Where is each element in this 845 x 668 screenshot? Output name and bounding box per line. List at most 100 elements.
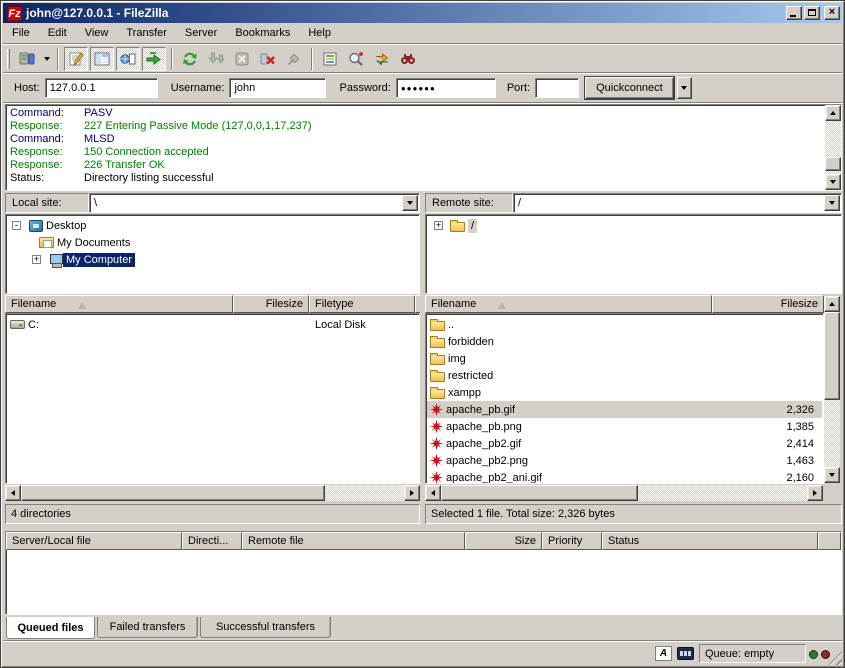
scroll-left-button[interactable] [5, 485, 21, 501]
directory-comparison-button[interactable] [344, 47, 368, 71]
quickconnect-button[interactable]: Quickconnect [585, 77, 674, 99]
remote-file-row[interactable]: apache_pb2.png1,463 [427, 452, 822, 469]
username-input[interactable] [229, 78, 326, 98]
expander-icon[interactable]: - [12, 221, 21, 230]
column-header-filename[interactable]: Filename [425, 295, 712, 313]
tab-successful-transfers[interactable]: Successful transfers [200, 617, 331, 638]
tree-item-desktop[interactable]: - Desktop [6, 217, 89, 234]
remote-file-row[interactable]: restricted [427, 367, 822, 384]
toggle-remote-tree-button[interactable] [116, 47, 140, 71]
menu-file[interactable]: File [3, 25, 39, 41]
remote-hscrollbar[interactable] [425, 485, 823, 501]
column-header-filetype[interactable]: Filetype [309, 295, 415, 313]
folder-icon [430, 355, 445, 365]
sort-asc-icon [78, 302, 86, 309]
remote-site-combo[interactable]: / [513, 193, 842, 213]
scrollbar-thumb[interactable] [824, 312, 840, 400]
arrow-up-icon [829, 302, 835, 306]
expander-icon[interactable]: + [434, 221, 443, 230]
close-button[interactable]: × [824, 6, 840, 20]
synchronized-browsing-button[interactable] [370, 47, 394, 71]
column-header-filesize[interactable]: Filesize [712, 295, 824, 313]
column-header-direction[interactable]: Directi... [182, 532, 242, 550]
remote-file-row[interactable]: .. [427, 316, 822, 333]
upload-activity-led [821, 650, 830, 659]
local-file-row[interactable]: C: Local Disk [7, 316, 418, 333]
toggle-message-log-button[interactable] [64, 47, 88, 71]
maximize-button[interactable] [804, 6, 820, 20]
column-header-size[interactable]: Size [465, 532, 542, 550]
remote-list-scrollbar[interactable] [824, 296, 840, 483]
toolbar-separator [171, 48, 173, 70]
scrollbar-thumb[interactable] [21, 485, 325, 501]
scroll-right-button[interactable] [807, 485, 823, 501]
local-site-combo[interactable]: \ [89, 193, 420, 213]
port-input[interactable] [535, 78, 579, 98]
toggle-local-tree-button[interactable] [90, 47, 114, 71]
remote-file-row[interactable]: apache_pb.png1,385 [427, 418, 822, 435]
filezilla-window: Fz john@127.0.0.1 - FileZilla × File Edi… [0, 0, 845, 668]
remote-file-row[interactable]: apache_pb2.gif2,414 [427, 435, 822, 452]
site-manager-dropdown[interactable] [40, 47, 53, 71]
column-header-server-local-file[interactable]: Server/Local file [6, 532, 182, 550]
scroll-down-button[interactable] [824, 467, 840, 483]
scrollbar-thumb[interactable] [825, 157, 841, 171]
arrow-left-icon [11, 490, 15, 496]
menu-server[interactable]: Server [176, 25, 226, 41]
combo-dropdown-button[interactable] [402, 195, 418, 211]
column-header-status[interactable]: Status [602, 532, 818, 550]
column-header-remote-file[interactable]: Remote file [242, 532, 465, 550]
remote-file-row[interactable]: forbidden [427, 333, 822, 350]
site-manager-button[interactable] [15, 47, 39, 71]
remote-file-row-selected[interactable]: apache_pb.gif2,326 [427, 401, 822, 418]
column-header-priority[interactable]: Priority [542, 532, 602, 550]
directory-filters-button[interactable] [318, 47, 342, 71]
log-line: Response:227 Entering Passive Mode (127,… [6, 120, 841, 133]
menu-transfer[interactable]: Transfer [117, 25, 176, 41]
quickconnect-dropdown[interactable] [677, 77, 692, 99]
scroll-right-button[interactable] [404, 485, 420, 501]
toggle-transfer-queue-button[interactable] [142, 47, 166, 71]
binoculars-icon [400, 51, 416, 67]
password-input[interactable] [396, 78, 496, 98]
toolbar-grip[interactable] [7, 49, 10, 69]
menu-edit[interactable]: Edit [39, 25, 76, 41]
tab-failed-transfers[interactable]: Failed transfers [97, 617, 198, 638]
reconnect-button[interactable] [282, 47, 306, 71]
process-queue-button[interactable] [204, 47, 228, 71]
local-hscrollbar[interactable] [5, 485, 420, 501]
scrollbar-thumb[interactable] [441, 485, 638, 501]
ascii-type-icon[interactable]: A [655, 646, 672, 661]
find-files-button[interactable] [396, 47, 420, 71]
folder-icon [430, 338, 445, 348]
refresh-button[interactable] [178, 47, 202, 71]
tab-queued-files[interactable]: Queued files [6, 617, 95, 639]
menu-help[interactable]: Help [299, 25, 340, 41]
column-header-filename[interactable]: Filename [5, 295, 233, 313]
tree-item-my-documents[interactable]: My Documents [6, 234, 133, 251]
menu-bookmarks[interactable]: Bookmarks [226, 25, 299, 41]
column-header-filesize[interactable]: Filesize [233, 295, 309, 313]
cancel-operation-button[interactable] [230, 47, 254, 71]
expander-icon[interactable]: + [32, 255, 41, 264]
column-header-lastmodified[interactable]: L [415, 295, 420, 313]
menu-view[interactable]: View [76, 25, 118, 41]
combo-dropdown-button[interactable] [824, 195, 840, 211]
scroll-down-button[interactable] [825, 174, 841, 190]
scroll-up-button[interactable] [824, 296, 840, 312]
arrow-down-icon [830, 180, 836, 184]
log-scrollbar[interactable] [825, 105, 841, 190]
tree-item-my-computer[interactable]: + My Computer [6, 251, 135, 268]
host-input[interactable] [45, 78, 158, 98]
remote-file-row[interactable]: img [427, 350, 822, 367]
tree-item-root[interactable]: + / [426, 217, 477, 234]
transfer-queue: Server/Local file Directi... Remote file… [5, 531, 842, 615]
disconnect-button[interactable] [256, 47, 280, 71]
remote-file-row[interactable]: xampp [427, 384, 822, 401]
indicator-badge-icon[interactable] [677, 647, 694, 660]
remote-file-row[interactable]: apache_pb2_ani.gif2,160 [427, 469, 822, 484]
scroll-left-button[interactable] [425, 485, 441, 501]
scroll-up-button[interactable] [825, 105, 841, 121]
sync-browsing-icon [374, 51, 390, 67]
minimize-button[interactable] [786, 6, 802, 20]
